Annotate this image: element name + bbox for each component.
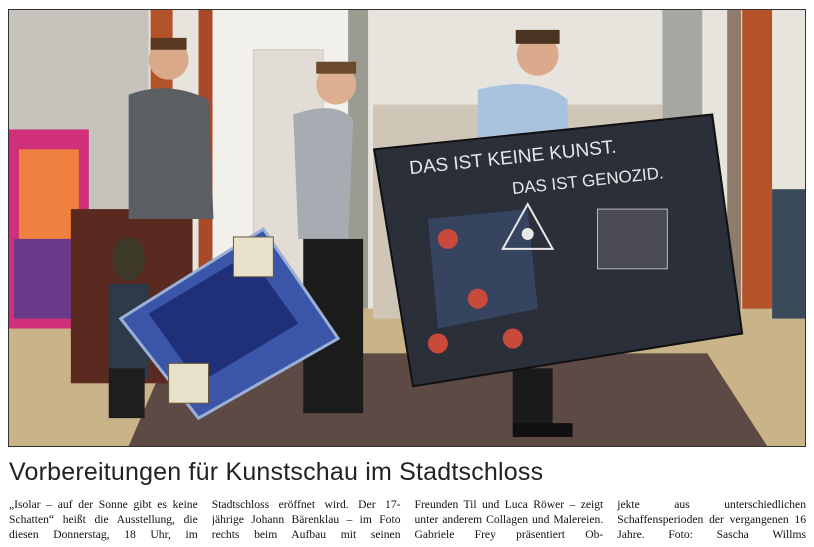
portrait-face [112,236,145,281]
person-left-hair [150,37,187,50]
painting-red-face-4 [502,328,523,349]
pillar-right [742,10,773,339]
headline: Vorbereitungen für Kunstschau im Stadtsc… [9,458,544,486]
painting-red-face-3 [427,333,448,354]
caption-columns: „Isolar – auf der Sonne gibt es keine Sc… [9,497,806,545]
person-left-legs [108,368,145,419]
painting-red-face-1 [437,228,458,249]
caption-column-2: Stadtschloss eröffnet wird. Der 17-jähri… [211,498,401,541]
blue-painting-sketch-bottom [168,362,209,404]
person-right-legs [512,368,553,429]
colorful-painting-detail [18,149,79,239]
person-right-hair [515,29,560,44]
person-middle-shirt [293,108,354,239]
display-cabinet [772,189,805,319]
caption-column-4: jekte aus unterschiedlichen Schaffensper… [617,498,806,541]
painting-blue-area [427,209,538,329]
painting-eye [521,228,534,240]
caption-column-1: „Isolar – auf der Sonne gibt es keine Sc… [9,498,198,541]
person-middle-hair [316,61,357,74]
exhibition-scene: DAS IST KEINE KUNST. DAS IST GENOZID. [9,10,805,446]
person-right-shoes [512,423,573,438]
painting-red-face-2 [467,288,488,309]
news-photo: DAS IST KEINE KUNST. DAS IST GENOZID. [8,9,806,447]
caption-column-3: Freunden Til und Luca Röwer – zeigt unte… [414,498,604,541]
person-left-shirt [128,88,214,220]
blue-painting-sketch-top [232,236,274,278]
painting-building [597,208,668,270]
